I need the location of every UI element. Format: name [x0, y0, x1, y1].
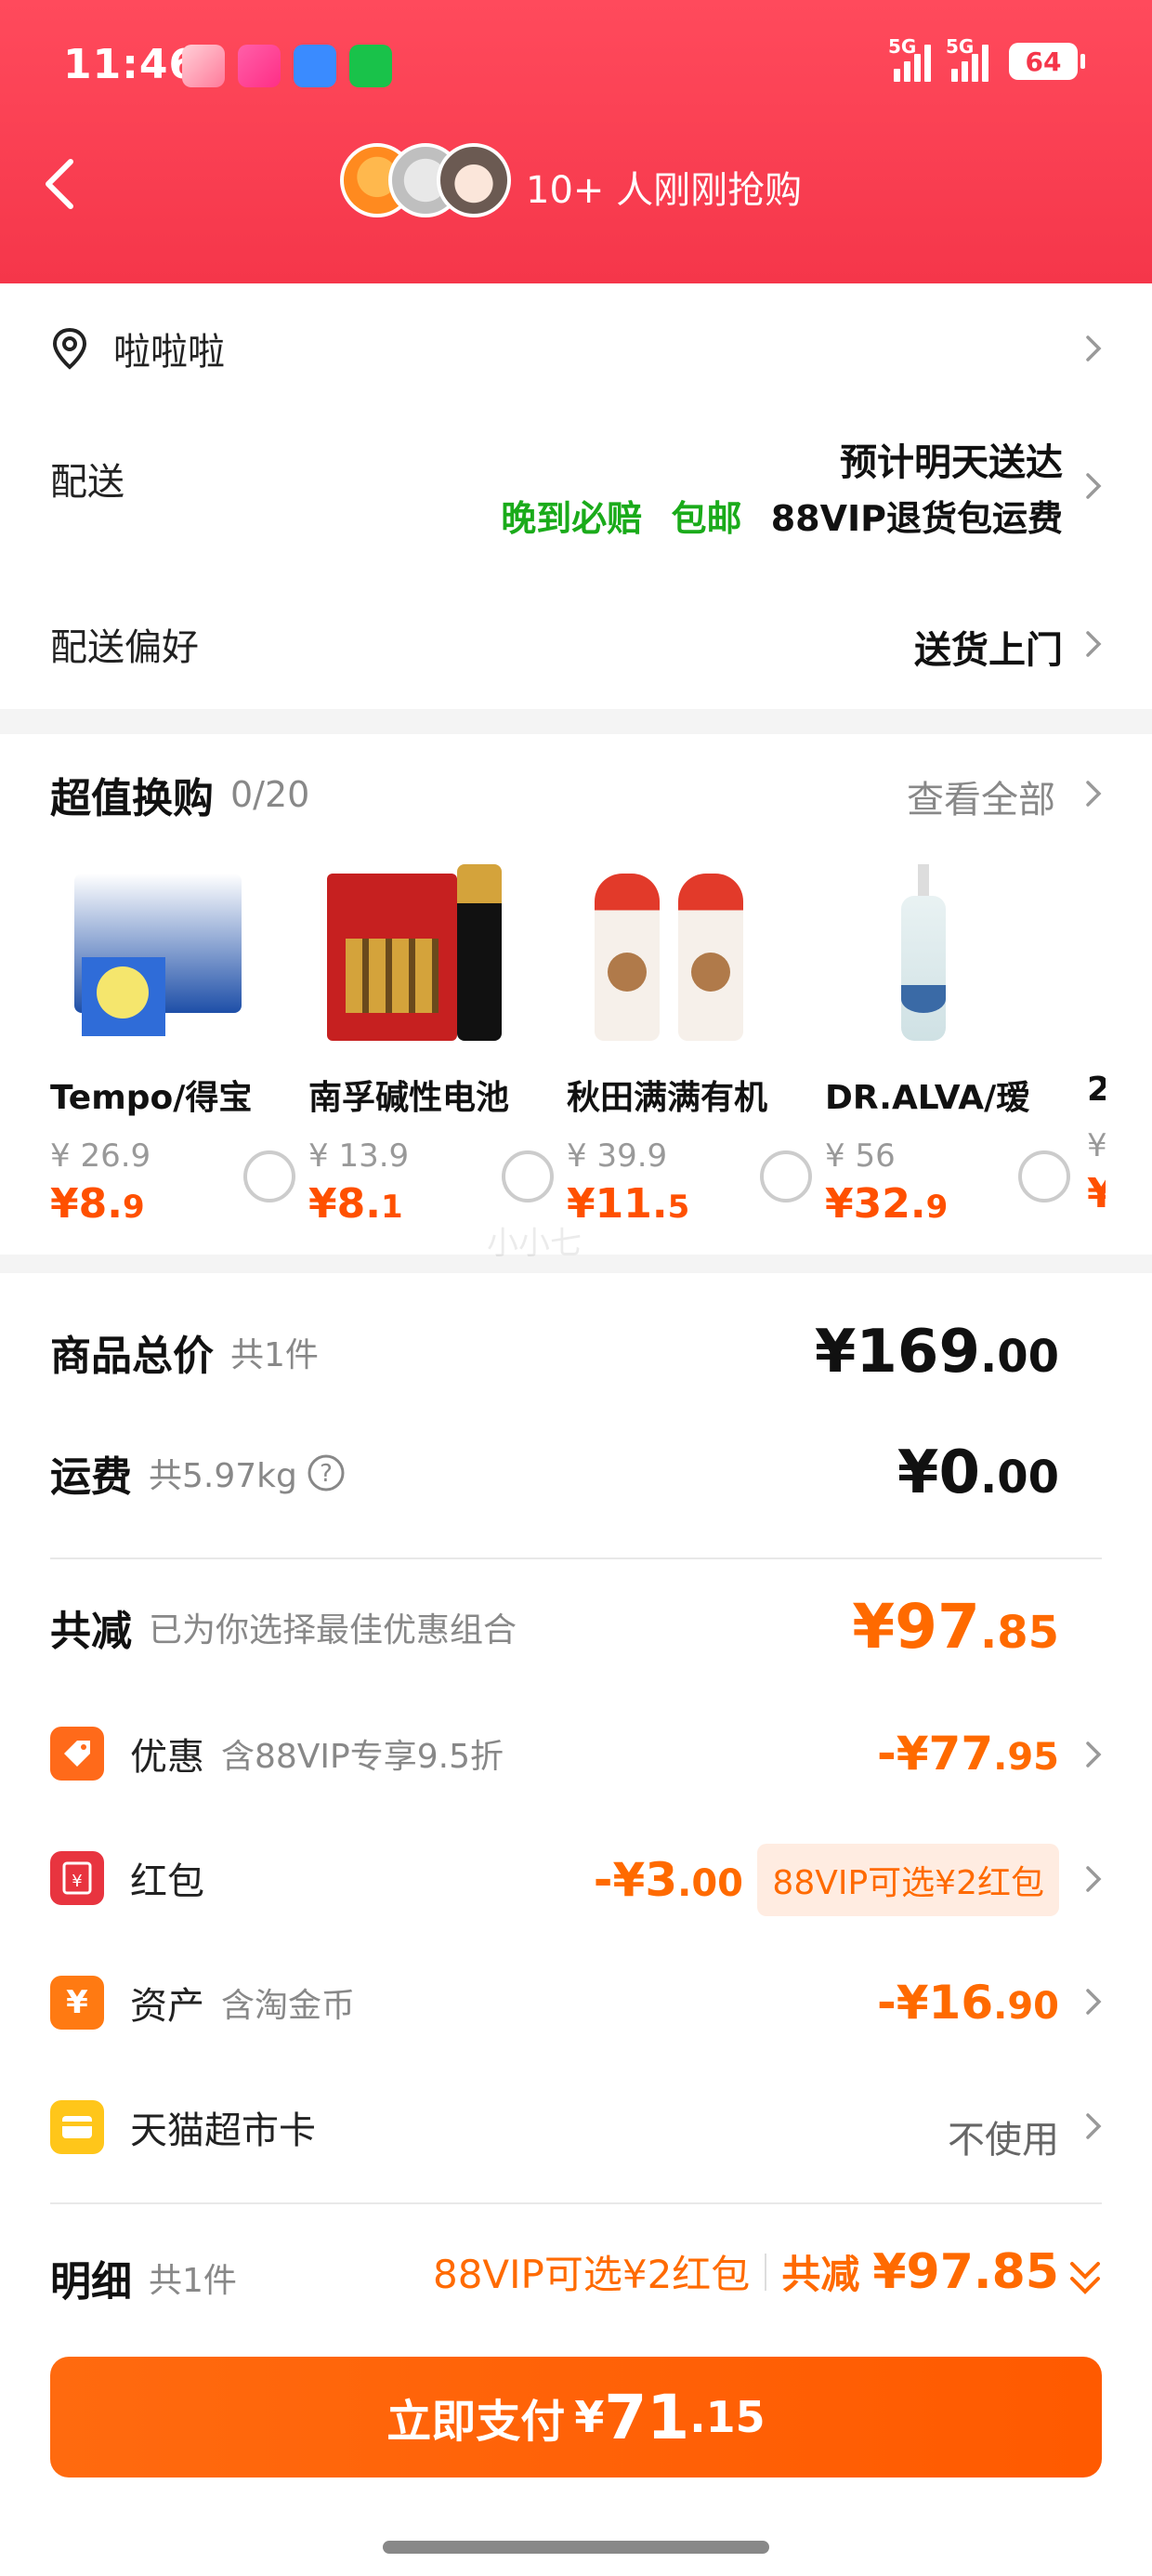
asset-coin-icon: ¥ [50, 1976, 104, 2030]
delivery-card: 啦啦啦 配送 预计明天送达 晚到必赔 包邮 88VIP退货包运费 配送偏好 送货… [0, 283, 1152, 709]
address-row[interactable]: 啦啦啦 [50, 321, 1102, 376]
pay-now-button[interactable]: 立即支付 ¥ 71 .15 [50, 2357, 1102, 2477]
home-indicator[interactable] [383, 2541, 769, 2554]
redpacket-badge[interactable]: 88VIP可选¥2红包 [757, 1844, 1059, 1916]
product-image [50, 864, 255, 1041]
supermarket-card-value: 不使用 [948, 2119, 1059, 2162]
product-card[interactable]: 南孚碱性电池 ¥ 13.9 ¥8.1 [308, 864, 554, 1228]
view-all-link[interactable]: 查看全部 [907, 769, 1055, 823]
svg-text:¥: ¥ [72, 1872, 82, 1891]
select-radio[interactable] [243, 1150, 295, 1203]
status-time: 11:46 [63, 41, 199, 88]
product-name: 秋田满满有机 [567, 1079, 768, 1117]
exchange-title: 超值换购 [50, 775, 214, 822]
reduce-amount: ¥97.85 [852, 1591, 1059, 1663]
freight-amount: ¥0.00 [897, 1439, 1059, 1507]
watermark: 小小七 [487, 1225, 582, 1262]
product-image [825, 864, 1029, 1041]
product-price: ¥ [1087, 1170, 1106, 1217]
detail-reduce-amount: ¥97.85 [872, 2243, 1059, 2300]
header-bar: 11:46 5G 5G 64 10+ 人刚刚抢购 [0, 0, 1152, 283]
product-name: 2 [1087, 1071, 1106, 1109]
chevron-right-icon[interactable] [1083, 1860, 1104, 1898]
exchange-count: 0/20 [230, 774, 310, 815]
free-shipping-tag: 包邮 [671, 498, 742, 539]
svg-text:?: ? [320, 1460, 333, 1488]
app-notification-icon [294, 45, 336, 87]
product-name: DR.ALVA/瑷 [825, 1079, 1030, 1117]
detail-reduce-label: 共减 [781, 2252, 860, 2297]
product-image [567, 864, 771, 1041]
product-name: Tempo/得宝 [50, 1079, 253, 1117]
notification-icons [182, 45, 392, 87]
chevron-right-icon[interactable] [1083, 1983, 1104, 2020]
status-bar: 11:46 5G 5G 64 [0, 0, 1152, 139]
system-indicators: 5G 5G 64 [888, 35, 1085, 82]
avatar [437, 143, 511, 217]
battery-icon: 64 [1009, 43, 1085, 80]
help-icon[interactable]: ? [307, 1453, 346, 1492]
app-notification-icon [182, 45, 225, 87]
address-name: 啦啦啦 [113, 331, 225, 374]
hot-purchase-text: 10+ 人刚刚抢购 [526, 169, 803, 212]
divider [50, 2202, 1102, 2204]
divider [50, 1557, 1102, 1559]
delivery-eta: 预计明天送达 [840, 441, 1063, 484]
chevron-right-icon[interactable] [1083, 467, 1104, 505]
preference-value: 送货上门 [914, 629, 1063, 672]
discount-tag-icon [50, 1727, 104, 1781]
product-card-partial[interactable]: 2 ¥ ¥ [1087, 864, 1106, 1217]
location-pin-icon [52, 327, 87, 370]
delivery-label: 配送 [50, 461, 124, 504]
red-packet-icon: ¥ [50, 1851, 104, 1905]
app-notification-icon [238, 45, 281, 87]
asset-amount: -¥16.90 [877, 1976, 1059, 2030]
chevron-right-icon[interactable] [1083, 775, 1104, 812]
signal-icon: 5G [888, 35, 931, 82]
select-radio[interactable] [1018, 1150, 1070, 1203]
vip-return-tag: 88VIP退货包运费 [770, 498, 1063, 539]
discount-amount: -¥77.95 [877, 1727, 1059, 1781]
chevron-right-icon[interactable] [1083, 625, 1104, 663]
product-card[interactable]: Tempo/得宝 ¥ 26.9 ¥8.9 [50, 864, 295, 1228]
supermarket-card-icon [50, 2100, 104, 2154]
select-radio[interactable] [502, 1150, 554, 1203]
chevron-right-icon[interactable] [1083, 2108, 1104, 2145]
product-image [1087, 864, 1106, 1041]
late-compensation-tag: 晚到必赔 [501, 498, 643, 539]
product-card[interactable]: 秋田满满有机 ¥ 39.9 ¥11.5 [567, 864, 812, 1228]
product-card[interactable]: DR.ALVA/瑷 ¥ 56 ¥32.9 [825, 864, 1070, 1228]
product-name: 南孚碱性电池 [308, 1079, 510, 1117]
redpacket-amount: -¥3.00 [593, 1853, 743, 1907]
preference-label: 配送偏好 [50, 626, 199, 669]
back-arrow-icon[interactable] [37, 156, 84, 212]
supermarket-card-row[interactable]: 天猫超市卡 [50, 2095, 1102, 2160]
app-notification-icon [349, 45, 392, 87]
detail-summary[interactable]: 88VIP可选¥2红包 共减 ¥97.85 [433, 2243, 1059, 2300]
chevron-right-icon[interactable] [1083, 330, 1104, 367]
delivery-tags: 晚到必赔 包邮 88VIP退货包运费 [501, 490, 1063, 541]
double-chevron-down-icon[interactable] [1067, 2258, 1104, 2299]
product-original-price: ¥ [1087, 1127, 1106, 1164]
chevron-right-icon[interactable] [1083, 1736, 1104, 1773]
separator [765, 2253, 767, 2291]
buyer-avatars [340, 143, 511, 217]
select-radio[interactable] [760, 1150, 812, 1203]
signal-icon: 5G [946, 35, 988, 82]
detail-vip-text: 88VIP可选¥2红包 [432, 2252, 751, 2297]
total-amount: ¥169.00 [814, 1318, 1059, 1387]
product-image [308, 864, 513, 1041]
